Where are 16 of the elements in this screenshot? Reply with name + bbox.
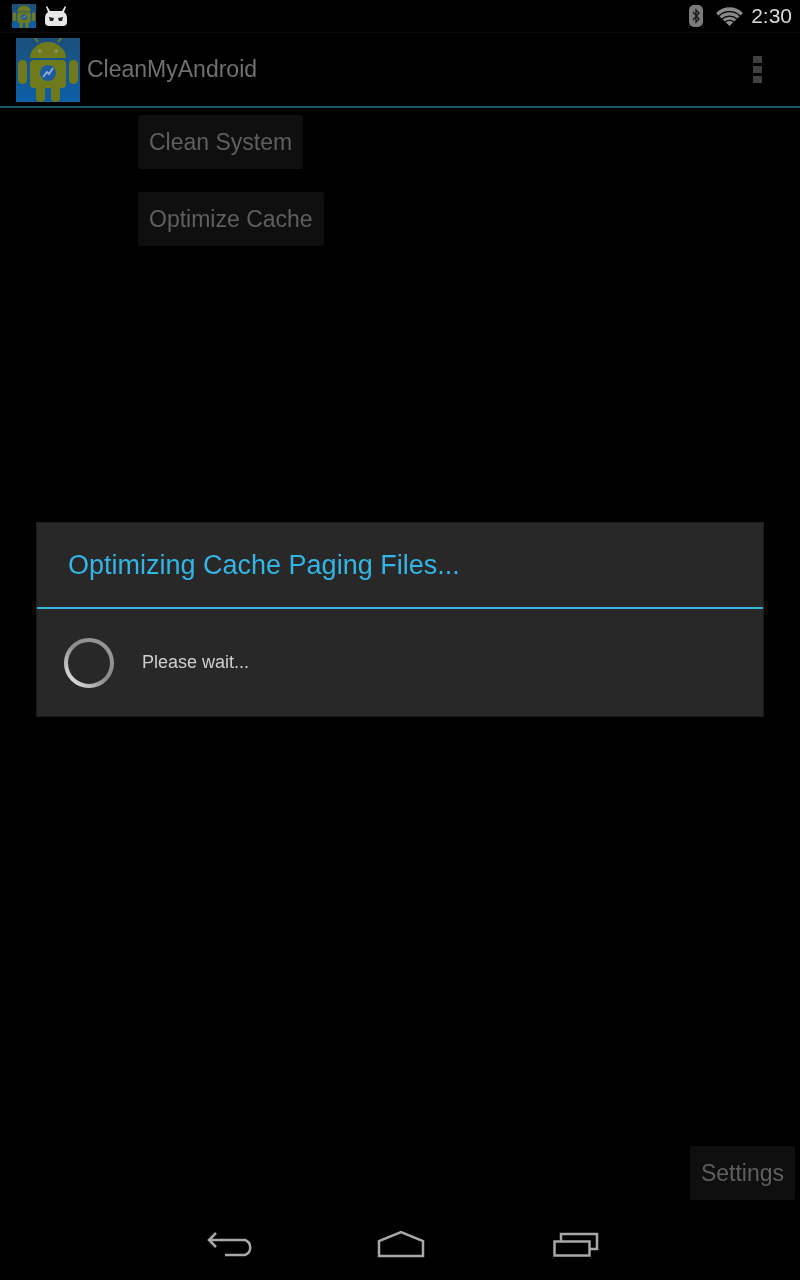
settings-button[interactable]: Settings <box>689 1146 795 1200</box>
bluetooth-icon <box>689 5 704 27</box>
clock-time: 2:30 <box>751 4 792 28</box>
home-icon[interactable] <box>377 1230 425 1258</box>
loading-spinner-icon <box>64 637 114 688</box>
back-icon[interactable] <box>207 1231 253 1257</box>
android-robot-icon <box>12 4 36 28</box>
dialog-message: Please wait... <box>142 652 250 673</box>
wifi-icon <box>716 6 744 26</box>
action-button[interactable]: Clean System <box>138 115 304 169</box>
action-button[interactable]: Optimize Cache <box>138 192 324 246</box>
robot-head-icon <box>44 5 68 27</box>
app-title: CleanMyAndroid <box>87 56 259 83</box>
dialog-title: Optimizing Cache Paging Files... <box>37 523 763 609</box>
recent-apps-icon[interactable] <box>553 1231 599 1257</box>
android-robot-icon <box>16 37 80 102</box>
